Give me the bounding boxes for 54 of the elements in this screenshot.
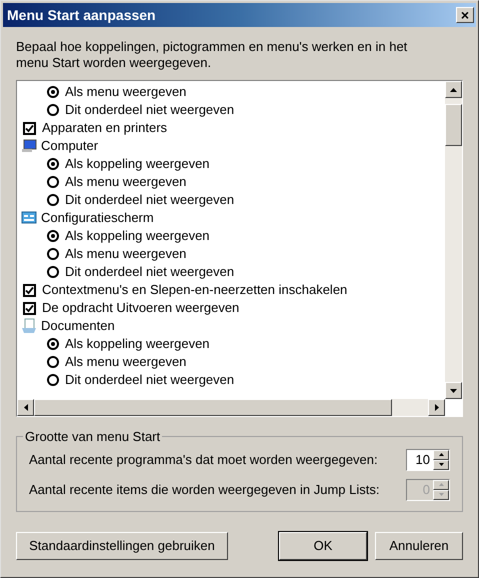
spin-down-icon[interactable] [433,460,449,470]
radio-button[interactable] [47,104,59,116]
radio-button[interactable] [47,230,59,242]
close-button[interactable]: × [456,7,474,23]
checkbox[interactable] [23,284,36,296]
field-label: Aantal recente items die worden weergegeven in Jump Lists: [29,480,380,499]
number-spinner[interactable]: 10 [406,448,450,470]
document-icon [21,318,37,334]
option-label: Als koppeling weergeven [65,155,210,174]
radio-button[interactable] [47,194,59,206]
vertical-scrollbar[interactable] [445,81,462,399]
radio-button[interactable] [47,248,59,260]
radio-button[interactable] [47,176,59,188]
description-text: Bepaal hoe koppelingen, pictogrammen en menu's werken en in het menu Start worden weergegeven. [16,39,408,71]
option-label: Dit onderdeel niet weergeven [65,101,234,120]
scroll-up-icon[interactable] [445,81,462,98]
section-heading: Documenten [41,317,115,336]
radio-button[interactable] [47,86,59,98]
checkbox-label: Contextmenu's en Slepen-en-neerzetten inschakelen [42,281,348,300]
dialog-button[interactable]: Standaardinstellingen gebruiken [16,532,228,560]
scroll-down-icon[interactable] [445,382,462,399]
option-label: Dit onderdeel niet weergeven [65,263,234,282]
radio-button[interactable] [47,374,59,386]
option-label: Dit onderdeel niet weergeven [65,191,234,210]
scroll-left-icon[interactable] [17,399,34,416]
radio-button[interactable] [47,266,59,278]
section-heading: Computer [41,137,98,156]
scrollbar-thumb[interactable] [445,104,462,146]
dialog-button[interactable]: Annuleren [375,532,463,560]
checkbox[interactable] [23,302,36,314]
section-heading: Configuratiescherm [41,209,154,228]
option-label: Als menu weergeven [65,245,186,264]
radio-button[interactable] [47,158,59,170]
scroll-right-icon[interactable] [428,399,445,416]
scrollbar-thumb[interactable] [34,399,392,416]
checkbox-label: De opdracht Uitvoeren weergeven [42,299,240,318]
option-label: Als menu weergeven [65,353,186,372]
radio-button[interactable] [47,338,59,350]
option-label: Als menu weergeven [65,83,186,102]
radio-button[interactable] [47,356,59,368]
option-label: Als menu weergeven [65,173,186,192]
group-title: Grootte van menu Start [24,428,162,446]
field-label: Aantal recente programma's dat moet worden weergegeven: [29,450,378,469]
option-label: Dit onderdeel niet weergeven [65,371,234,390]
window-title: Menu Start aanpassen [7,6,156,25]
option-label: Als koppeling weergeven [65,335,210,354]
checkbox-label: Apparaten en printers [42,119,168,138]
dialog-button[interactable]: OK [279,532,367,560]
option-label: Als koppeling weergeven [65,227,210,246]
horizontal-scrollbar[interactable] [17,399,445,416]
spin-up-icon[interactable] [433,450,449,460]
control-panel-icon [21,210,37,226]
checkbox[interactable] [23,122,36,134]
computer-icon [21,138,37,154]
